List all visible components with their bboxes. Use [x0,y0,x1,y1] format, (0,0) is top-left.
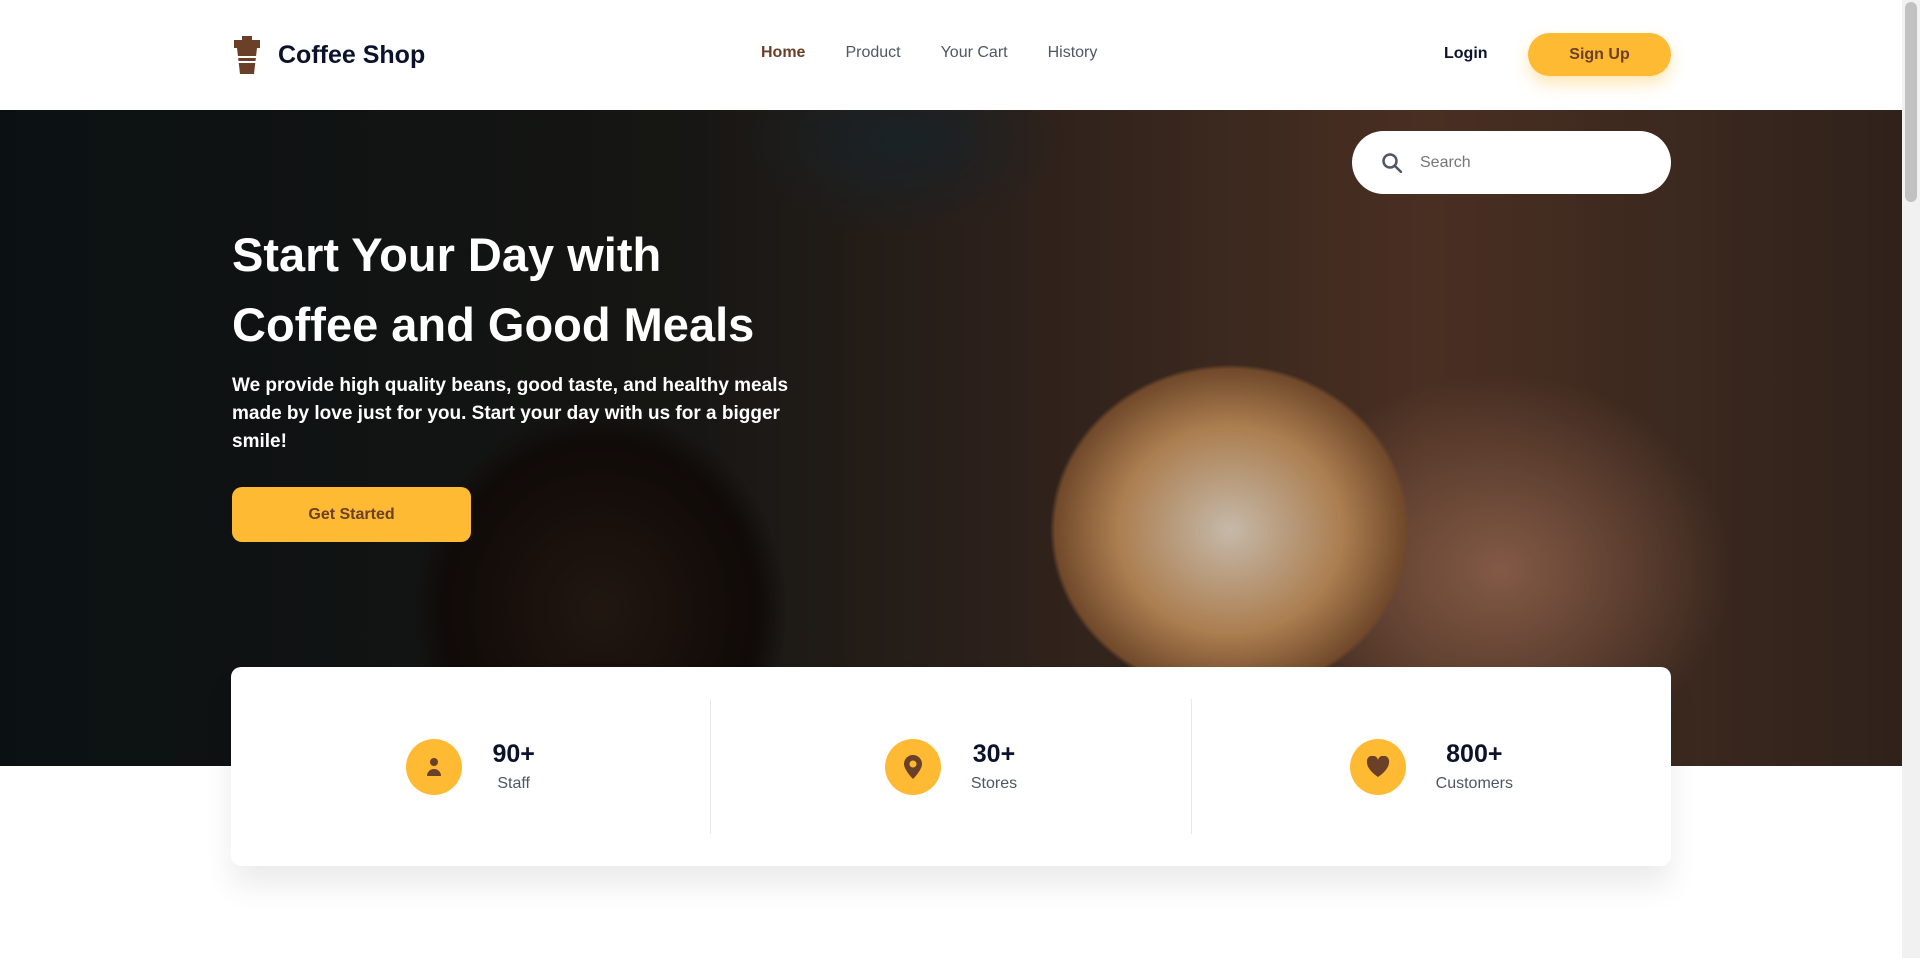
user-icon [427,757,442,776]
brand-name: Coffee Shop [278,40,426,69]
get-started-button[interactable]: Get Started [232,487,471,542]
search-bar[interactable] [1352,131,1671,194]
brand-logo[interactable]: Coffee Shop [232,36,425,74]
stat-label: Customers [1435,775,1513,792]
nav-product[interactable]: Product [845,44,900,62]
stat-value: 90+ [492,740,535,768]
search-input[interactable] [1420,153,1640,172]
stat-label: Stores [970,775,1018,792]
navbar: Coffee Shop Home Product Your Cart Histo… [0,0,1902,110]
hero-title-line-2: Coffee and Good Meals [232,298,755,351]
hero-description: We provide high quality beans, good tast… [232,375,789,452]
stat-value: 30+ [972,740,1016,768]
location-pin-icon [903,754,922,779]
signup-button[interactable]: Sign Up [1528,33,1671,76]
stat-value: 800+ [1446,740,1503,768]
stat-staff: 90+ Staff [231,699,710,834]
nav-your-cart[interactable]: Your Cart [941,44,1008,62]
nav-history[interactable]: History [1048,44,1098,62]
stats-card: 90+ Staff 30+ Stores 800+ Customers [231,667,1671,866]
stat-stores: 30+ Stores [710,699,1190,834]
hero-title: Start Your Day with Coffee and Good Meals [232,220,852,360]
stat-label: Staff [497,775,530,792]
login-link[interactable]: Login [1444,45,1488,63]
stat-customers: 800+ Customers [1190,699,1671,834]
nav-home[interactable]: Home [761,44,805,62]
hero-title-line-1: Start Your Day with [232,228,662,281]
search-icon [1382,152,1402,173]
heart-icon [1366,755,1389,777]
scrollbar[interactable] [1902,0,1920,958]
coffee-cup-icon [234,36,260,74]
scrollbar-thumb[interactable] [1905,2,1917,202]
